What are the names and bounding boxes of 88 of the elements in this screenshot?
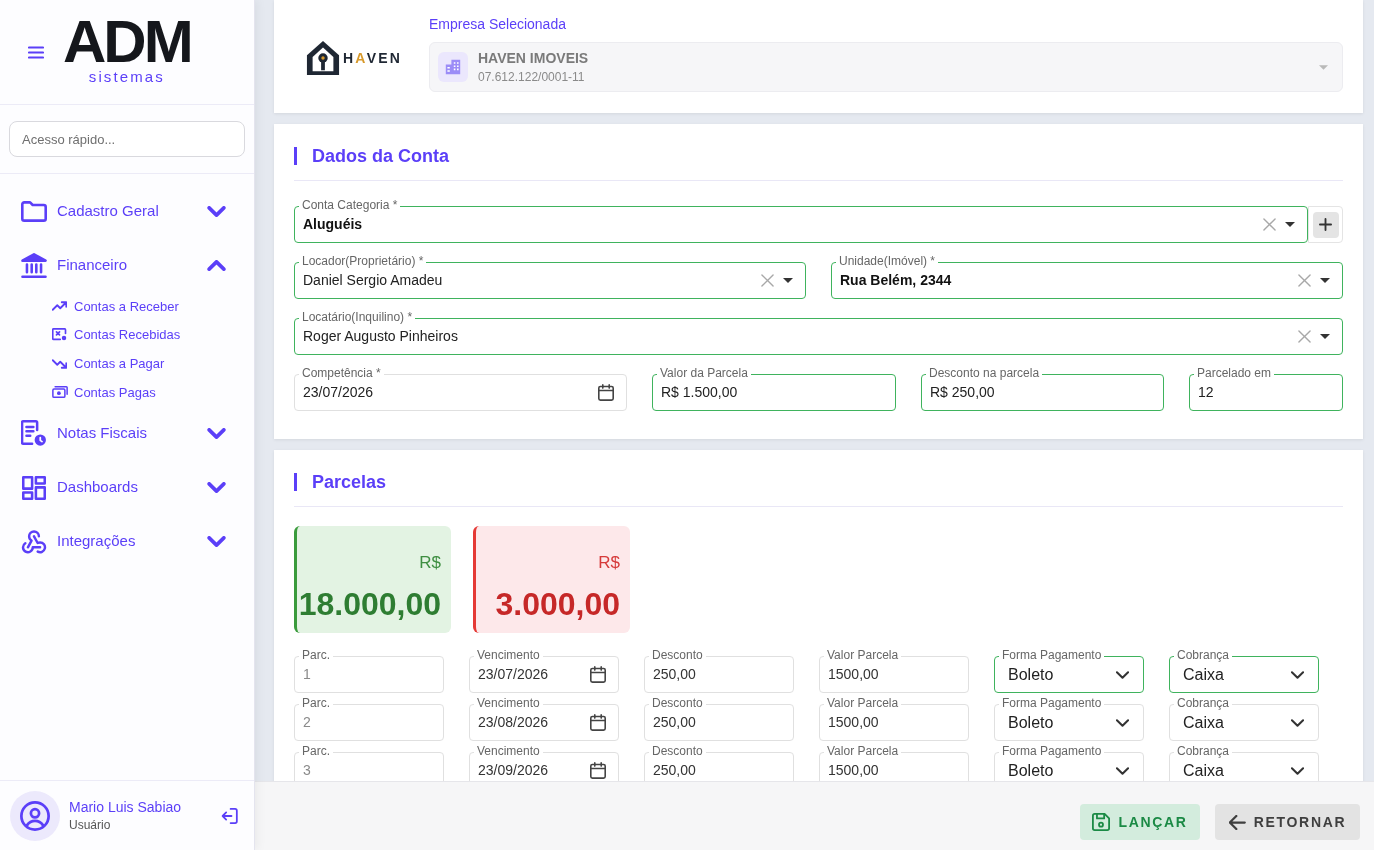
currency-label: R$ [598, 553, 620, 573]
field-label: Cobrança [1174, 744, 1233, 758]
nav-item[interactable]: Integrações [0, 514, 254, 569]
field-label: Valor Parcela [824, 648, 902, 662]
back-button[interactable]: RETORNAR [1215, 804, 1360, 840]
amount-value: 18.000,00 [298, 586, 441, 622]
field-label: Locador(Proprietário) * [299, 254, 427, 268]
logout-icon[interactable] [221, 807, 238, 824]
field-label: Vencimento [474, 648, 543, 662]
user-role: Usuário [69, 817, 112, 833]
nav-item[interactable]: Dashboards [0, 460, 254, 515]
user-name: Mario Luis Sabiao [69, 798, 183, 816]
field-label: Vencimento [474, 744, 543, 758]
field-label: Cobrança [1174, 696, 1233, 710]
company-document: 07.612.122/0001-11 [478, 69, 586, 85]
field-label: Parcelado em [1194, 366, 1275, 380]
nav-subitem[interactable]: Contas a Receber [0, 292, 254, 321]
field-label: Valor da Parcela [657, 366, 751, 380]
trend-down-icon [52, 358, 67, 369]
field-label: Parc. [299, 696, 333, 710]
field-label: Locatário(Inquilino) * [299, 310, 416, 324]
calendar-icon[interactable] [598, 384, 614, 401]
field-label: Parc. [299, 744, 333, 758]
section-title: Dados da Conta [312, 147, 449, 165]
section-title: Parcelas [312, 473, 387, 491]
nav-item[interactable]: Financeiro [0, 238, 254, 292]
amount-value: 3.000,00 [495, 586, 620, 622]
folder-icon [21, 200, 47, 222]
field-label: Vencimento [474, 696, 543, 710]
field-label: Unidade(Imóvel) * [836, 254, 939, 268]
logo-tagline: sistemas [88, 69, 165, 85]
field-label: Valor Parcela [824, 696, 902, 710]
field-label: Forma Pagamento [999, 648, 1105, 662]
dashboard-icon [22, 475, 46, 500]
field-label: Competência * [299, 366, 384, 380]
plus-icon [1319, 218, 1332, 231]
field-label: Forma Pagamento [999, 696, 1105, 710]
nav-item[interactable]: Cadastro Geral [0, 184, 254, 238]
menu-icon[interactable] [28, 45, 44, 59]
building-icon [438, 52, 468, 82]
field-label: Conta Categoria * [299, 198, 401, 212]
chevron-down-icon[interactable] [1116, 766, 1129, 775]
chevron-down-icon[interactable] [207, 536, 226, 548]
chevron-up-icon[interactable] [207, 259, 226, 271]
caret-down-icon[interactable] [1285, 222, 1295, 227]
company-logo-text: HAVEN [343, 48, 403, 68]
trend-up-icon [52, 301, 67, 312]
caret-down-icon[interactable] [1320, 334, 1330, 339]
field-label: Desconto [649, 648, 706, 662]
calendar-icon[interactable] [590, 714, 606, 731]
search-field[interactable]: Acesso rápido... [9, 121, 245, 157]
webhook-icon [21, 529, 47, 555]
field-label: Desconto [649, 744, 706, 758]
chevron-down-icon[interactable] [1291, 670, 1304, 679]
calendar-icon[interactable] [590, 666, 606, 683]
field-label: Forma Pagamento [999, 744, 1105, 758]
caret-down-icon[interactable] [1320, 278, 1330, 283]
chevron-down-icon[interactable] [1116, 718, 1129, 727]
chevron-down-icon[interactable] [1291, 718, 1304, 727]
chevron-down-icon[interactable] [207, 205, 226, 217]
field-label: Desconto na parcela [926, 366, 1043, 380]
company-name: HAVEN IMOVEIS [478, 49, 590, 67]
chevron-down-icon[interactable] [207, 482, 226, 494]
field-label: Valor Parcela [824, 744, 902, 758]
nav-item[interactable]: Notas Fiscais [0, 406, 254, 461]
document-clock-icon [21, 420, 47, 448]
chevron-down-icon[interactable] [207, 428, 226, 440]
add-button[interactable] [1308, 206, 1343, 243]
field-label: Cobrança [1174, 648, 1233, 662]
house-key-icon [306, 40, 340, 76]
calendar-icon[interactable] [590, 762, 606, 779]
currency-label: R$ [419, 553, 441, 573]
card-x-icon [52, 328, 67, 342]
field-label: Parc. [299, 648, 333, 662]
nav-subitem[interactable]: Contas Recebidas [0, 320, 254, 350]
arrow-left-icon [1228, 814, 1246, 830]
bank-icon [21, 252, 47, 278]
nav-subitem[interactable]: Contas Pagas [0, 377, 254, 407]
field-label: Desconto [649, 696, 706, 710]
nav-subitem[interactable]: Contas a Pagar [0, 349, 254, 378]
field-label: Empresa Selecionada [429, 16, 567, 33]
avatar-icon [10, 790, 60, 841]
save-button[interactable]: LANÇAR [1080, 804, 1200, 840]
chevron-down-icon[interactable] [1116, 670, 1129, 679]
chevron-down-icon[interactable] [1291, 766, 1304, 775]
cash-icon [51, 386, 68, 399]
logo-text: ADM [63, 19, 191, 65]
caret-down-icon[interactable] [783, 278, 793, 283]
